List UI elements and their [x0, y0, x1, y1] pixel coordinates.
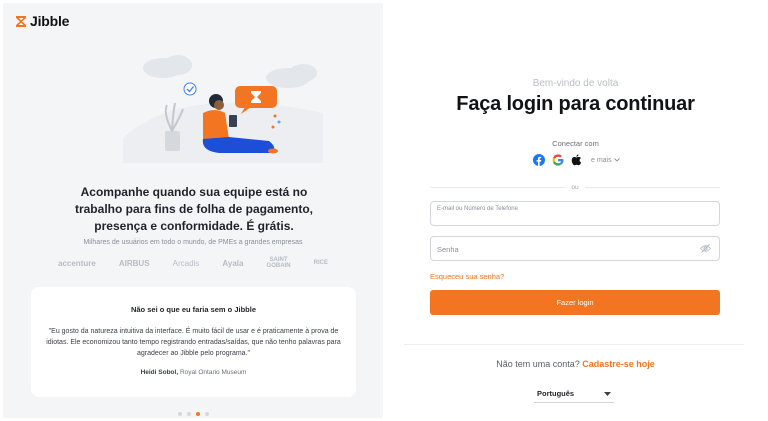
section-divider — [404, 344, 744, 345]
apple-icon[interactable] — [570, 154, 583, 167]
testimonial-author-name: Heidi Sobol, — [140, 369, 179, 376]
email-field-label: E-mail ou Número de Telefone — [437, 206, 518, 212]
client-logo-arcadis: Arcadis — [172, 258, 200, 268]
chevron-down-icon — [613, 158, 620, 162]
promo-subline: Milhares de usuários em todo o mundo, de… — [83, 239, 303, 246]
client-logo-airbus: AIRBUS — [118, 258, 150, 268]
login-page: Jibble Acompanhe quando sua equipe está … — [0, 0, 768, 421]
hero-illustration — [123, 55, 323, 163]
social-login-row: e mais — [532, 153, 620, 167]
divider-line — [584, 187, 721, 188]
testimonial-title: Não sei o que eu faria sem o Jibble — [130, 305, 257, 314]
client-logo-accenture: accenture — [58, 258, 96, 268]
testimonial-card: Não sei o que eu faria sem o Jibble "Eu … — [31, 287, 356, 397]
language-value: Português — [537, 389, 575, 398]
eye-off-icon[interactable] — [700, 244, 711, 253]
password-placeholder: Senha — [437, 245, 459, 254]
client-logo-ayala: Ayala — [222, 258, 244, 268]
more-label: e mais — [591, 156, 612, 164]
carousel-dots — [178, 412, 209, 416]
page-title: Faça login para continuar — [456, 93, 695, 115]
carousel-dot[interactable] — [178, 412, 182, 416]
google-icon[interactable] — [551, 154, 564, 167]
signup-row: Não tem uma conta? Cadastre-se hoje — [386, 359, 765, 369]
testimonial-quote: "Eu gosto da natureza intuitiva da inter… — [46, 328, 341, 357]
forgot-password-link[interactable]: Esqueceu sua senha? — [430, 272, 504, 281]
logo-text: Jibble — [30, 13, 70, 29]
client-logo-saint-gobain: SAINT GOBAIN — [266, 257, 291, 269]
promo-headline: Acompanhe quando sua equipe está no trab… — [74, 185, 314, 233]
login-panel: Bem-vindo de volta Faça login para conti… — [386, 3, 765, 418]
carousel-dot[interactable] — [205, 412, 209, 416]
carousel-dot[interactable] — [187, 412, 191, 416]
login-button[interactable]: Fazer login — [430, 290, 720, 315]
facebook-icon[interactable] — [532, 154, 545, 167]
divider-line — [430, 187, 566, 188]
or-text: ou — [571, 184, 579, 191]
client-logos: accenture AIRBUS Arcadis Ayala SAINT GOB… — [58, 257, 328, 269]
or-divider: ou — [430, 184, 721, 191]
connect-label: Conectar com — [552, 139, 599, 148]
client-logo-rice: RICE — [313, 260, 328, 266]
caret-down-icon — [604, 391, 611, 396]
language-select[interactable]: Português — [534, 385, 614, 403]
jibble-logo-icon — [16, 15, 26, 27]
email-field[interactable]: E-mail ou Número de Telefone — [430, 201, 720, 226]
welcome-text: Bem-vindo de volta — [532, 78, 619, 89]
testimonial-author-org: Royal Ontario Museum — [179, 369, 247, 376]
carousel-dot-active[interactable] — [196, 412, 200, 416]
promo-panel: Jibble Acompanhe quando sua equipe está … — [3, 3, 383, 418]
testimonial-author: Heidi Sobol, Royal Ontario Museum — [45, 369, 342, 376]
signup-link[interactable]: Cadastre-se hoje — [582, 359, 655, 369]
jibble-logo[interactable]: Jibble — [15, 13, 69, 29]
more-providers-dropdown[interactable]: e mais — [591, 157, 620, 164]
password-field[interactable]: Senha — [430, 236, 720, 261]
signup-prompt: Não tem uma conta? — [496, 359, 580, 369]
